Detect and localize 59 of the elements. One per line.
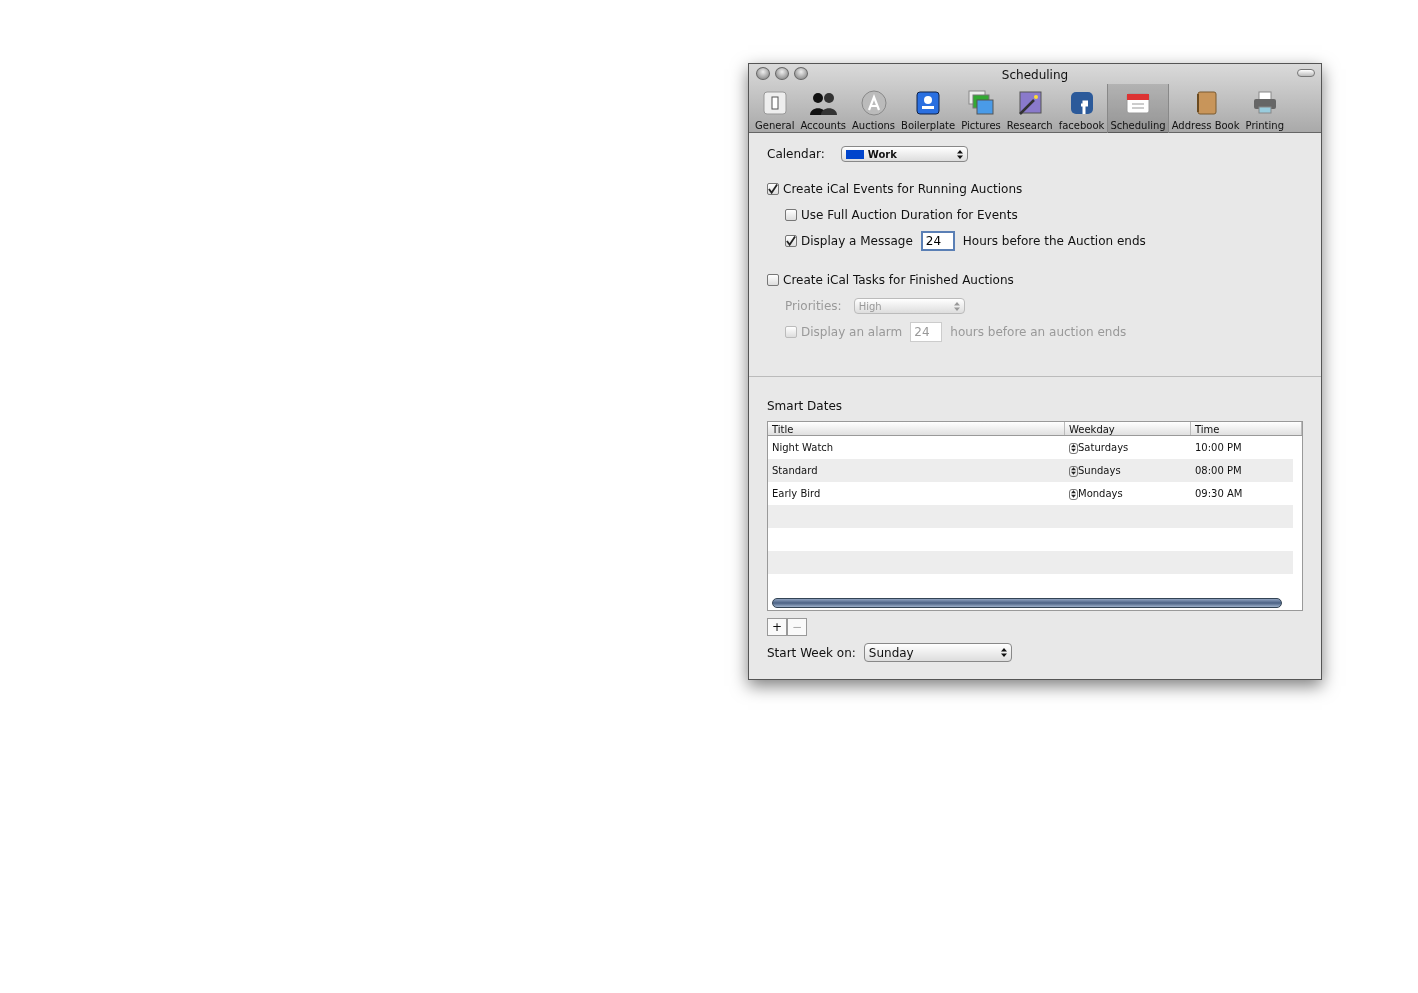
field-label: hours before an auction ends xyxy=(950,324,1127,341)
checkbox[interactable] xyxy=(767,183,779,195)
popup-menu[interactable]: Sunday xyxy=(863,643,1012,662)
toolbar-tab[interactable]: Printing xyxy=(1242,84,1287,133)
field-label: Priorities: xyxy=(785,298,842,315)
toolbar-tab[interactable]: Accounts xyxy=(797,84,849,133)
table-cell: Saturdays xyxy=(1078,442,1129,453)
toolbar-tab[interactable]: Address Book xyxy=(1168,84,1243,133)
checkbox-label: Create iCal Tasks for Finished Auctions xyxy=(783,272,1014,289)
toolbar-toggle-button[interactable] xyxy=(1297,69,1315,77)
checkbox[interactable] xyxy=(767,274,779,286)
stepper-icon[interactable] xyxy=(1069,488,1078,500)
table-cell-text: Early Bird xyxy=(771,487,822,501)
hours-field[interactable]: 24 xyxy=(920,231,955,251)
checkbox[interactable] xyxy=(785,209,797,221)
stepper-arrows-icon xyxy=(1000,648,1007,657)
column-header[interactable]: Weekday xyxy=(1065,422,1191,435)
checkbox[interactable] xyxy=(785,235,797,247)
table-cell: Mondays xyxy=(1078,488,1123,499)
checkmark-icon xyxy=(768,183,778,195)
stepper-arrows-icon xyxy=(956,149,963,159)
checkbox-label: Display an alarm xyxy=(801,324,903,341)
checkbox-label: Display a Message xyxy=(801,233,913,250)
stamp-icon xyxy=(914,89,943,117)
toolbar-tab[interactable]: Scheduling xyxy=(1107,84,1169,133)
table-cell-text: 09:30 AM xyxy=(1194,487,1244,501)
add-button[interactable]: + xyxy=(767,618,787,636)
toolbar-tab[interactable]: Boilerplate xyxy=(898,84,959,133)
checkmark-icon xyxy=(786,235,796,247)
zoom-button[interactable] xyxy=(794,67,808,80)
popup-menu[interactable]: Work xyxy=(840,146,968,162)
column-header[interactable]: Time xyxy=(1191,422,1302,435)
table-cell-text: 08:00 PM xyxy=(1194,464,1243,478)
stepper-icon[interactable] xyxy=(1069,442,1078,454)
toolbar-tab[interactable]: facebook xyxy=(1055,84,1108,133)
field-label: Hours before the Auction ends xyxy=(962,233,1146,250)
column-header[interactable]: Title xyxy=(768,422,1065,435)
toolbar-tab[interactable]: Research xyxy=(1003,84,1056,133)
field-label: Start Week on: xyxy=(767,644,856,662)
toolbar-tab[interactable]: Pictures xyxy=(958,84,1004,133)
minimize-button[interactable] xyxy=(775,67,789,80)
table-cell-text: Standard xyxy=(771,464,819,478)
table-cell-text: 10:00 PM xyxy=(1194,441,1243,455)
field-label: Calendar: xyxy=(767,146,825,163)
toolbar-tab[interactable]: Auctions xyxy=(849,84,899,133)
close-button[interactable] xyxy=(756,67,770,80)
section-title: Smart Dates xyxy=(767,398,844,415)
stepper-arrows-icon xyxy=(953,301,960,311)
window-title: Scheduling xyxy=(1001,68,1069,82)
checkbox-label: Use Full Auction Duration for Events xyxy=(801,207,1018,224)
table-cell: Sundays xyxy=(1078,465,1121,476)
letter-a-icon xyxy=(859,89,888,117)
horizontal-scrollbar[interactable] xyxy=(772,598,1282,608)
checkbox-label: Create iCal Events for Running Auctions xyxy=(783,181,1023,198)
toolbar-tab[interactable]: General xyxy=(752,84,798,133)
stepper-icon[interactable] xyxy=(1069,465,1078,477)
switch-icon xyxy=(760,89,789,117)
photos-icon xyxy=(967,89,995,117)
table-cell-text: Night Watch xyxy=(771,441,835,455)
